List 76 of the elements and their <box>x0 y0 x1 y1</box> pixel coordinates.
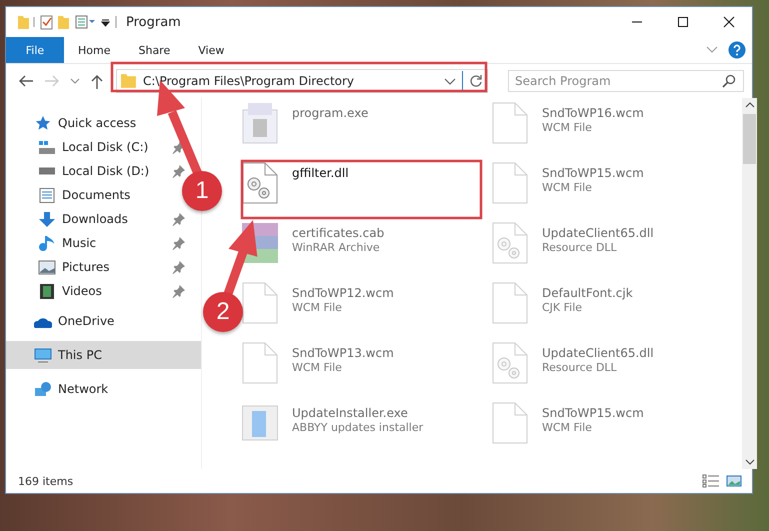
star-icon <box>34 116 52 130</box>
address-bar[interactable]: C:\Program Files\Program Directory <box>116 69 488 93</box>
search-field[interactable]: Search Program <box>508 70 744 92</box>
ribbon-tab[interactable]: View <box>184 37 238 63</box>
drive-icon <box>38 140 56 154</box>
details-view-icon[interactable] <box>702 474 720 488</box>
dropdown-caret-icon[interactable] <box>444 78 456 84</box>
program-file-icon[interactable] <box>242 102 278 144</box>
expand-ribbon-icon[interactable] <box>706 46 718 54</box>
scroll-down-icon[interactable] <box>744 459 754 465</box>
recent-locations-caret-icon[interactable] <box>70 78 80 84</box>
file-name[interactable]: UpdateClient65.dll <box>542 226 654 240</box>
file-name[interactable]: SndToWP15.wcm <box>542 406 644 420</box>
help-icon[interactable] <box>728 41 746 59</box>
gear-file-icon[interactable] <box>242 162 278 204</box>
window-title: Program <box>126 14 181 30</box>
sidebar-item[interactable]: Local Disk (D:) <box>6 159 150 183</box>
refresh-icon[interactable] <box>469 74 483 88</box>
scrollbar[interactable] <box>742 98 757 469</box>
sidebar-item[interactable]: Pictures <box>6 255 110 279</box>
sidebar-item[interactable]: Videos <box>6 279 102 303</box>
file-name[interactable]: SndToWP15.wcm <box>542 166 644 180</box>
scroll-up-icon[interactable] <box>744 102 754 108</box>
ribbon-tab[interactable]: Home <box>64 37 124 63</box>
ribbon-tab[interactable]: File <box>6 37 64 63</box>
music-note-icon <box>38 236 56 250</box>
folder-icon <box>121 74 137 88</box>
pin-icon[interactable] <box>172 140 185 154</box>
sidebar-item[interactable]: Quick access <box>6 111 201 135</box>
monitor-icon <box>34 348 52 362</box>
file-name[interactable]: certificates.cab <box>292 226 384 240</box>
film-icon <box>38 284 56 298</box>
network-icon <box>34 382 52 396</box>
file-name[interactable]: DefaultFont.cjk <box>542 286 633 300</box>
sidebar-item[interactable]: Network <box>6 377 201 401</box>
close-icon <box>723 16 735 28</box>
download-arrow-icon <box>38 212 56 226</box>
up-arrow-icon[interactable] <box>90 74 104 88</box>
drive-icon <box>38 167 56 175</box>
file-type: WCM File <box>292 301 343 314</box>
file-type: Resource DLL <box>542 361 618 374</box>
file-name[interactable]: SndToWP12.wcm <box>292 286 394 300</box>
thumbnail-view-icon[interactable] <box>726 474 742 488</box>
file-type: CJK File <box>542 301 584 314</box>
file-name[interactable]: gffilter.dll <box>292 166 349 180</box>
file-type: WCM File <box>292 361 343 374</box>
sidebar-item[interactable]: This PC <box>6 341 201 369</box>
sidebar-item[interactable]: Local Disk (C:) <box>6 135 148 159</box>
file-type: WCM File <box>542 121 593 134</box>
sidebar-item[interactable]: Music <box>6 231 96 255</box>
file-name[interactable]: SndToWP13.wcm <box>292 346 394 360</box>
document-icon <box>38 188 56 202</box>
scrollbar-thumb[interactable] <box>743 114 756 164</box>
pin-icon[interactable] <box>172 236 185 250</box>
ribbon-tab[interactable]: Share <box>124 37 184 63</box>
pin-icon[interactable] <box>172 284 185 298</box>
file-name[interactable]: UpdateInstaller.exe <box>292 406 424 420</box>
address-path: C:\Program Files\Program Directory <box>143 74 356 88</box>
pin-icon[interactable] <box>172 260 185 274</box>
pin-icon[interactable] <box>172 212 185 226</box>
picture-icon <box>38 260 56 274</box>
sidebar-item[interactable]: OneDrive <box>6 309 201 333</box>
pin-icon[interactable] <box>172 164 185 178</box>
file-type: WCM File <box>542 421 593 434</box>
sidebar-item[interactable]: Documents <box>6 183 130 207</box>
back-arrow-icon[interactable] <box>18 74 34 88</box>
item-count: 169 items <box>18 474 74 488</box>
file-type: WCM File <box>542 181 593 194</box>
file-name[interactable]: program.exe <box>292 106 368 120</box>
file-type: Resource DLL <box>542 241 618 254</box>
file-type: WinRAR Archive <box>292 241 381 254</box>
maximize-icon <box>677 16 689 28</box>
sidebar-item[interactable]: Downloads <box>6 207 128 231</box>
file-type: ABBYY updates installer <box>292 421 424 434</box>
file-name[interactable]: SndToWP16.wcm <box>542 106 644 120</box>
file-name[interactable]: UpdateClient65.dll <box>542 346 654 360</box>
